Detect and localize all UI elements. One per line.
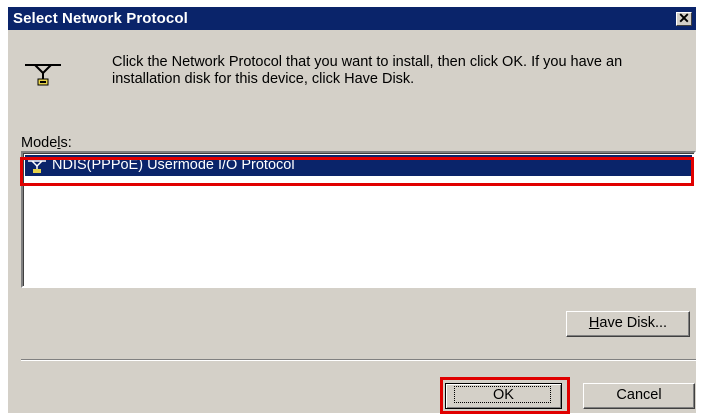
list-item[interactable]: NDIS(PPPoE) Usermode I/O Protocol [25, 155, 692, 176]
models-label-pre: Mode [21, 135, 58, 151]
models-label: Models: [21, 135, 72, 151]
window-title: Select Network Protocol [13, 10, 188, 27]
models-label-post: s: [60, 135, 72, 151]
separator [21, 359, 696, 361]
have-disk-accel: H [588, 315, 600, 331]
network-protocol-icon [25, 64, 61, 86]
instructions-text: Click the Network Protocol that you want… [112, 54, 623, 87]
have-disk-label: ave Disk... [599, 315, 668, 331]
cancel-button[interactable]: Cancel [583, 383, 695, 409]
have-disk-button[interactable]: Have Disk... [566, 311, 690, 337]
close-icon: ✕ [678, 10, 690, 26]
network-protocol-icon [28, 160, 46, 173]
close-button[interactable]: ✕ [676, 10, 692, 26]
ok-button[interactable]: OK [445, 383, 562, 409]
models-listbox[interactable]: NDIS(PPPoE) Usermode I/O Protocol [21, 151, 696, 288]
select-network-protocol-dialog: Select Network Protocol ✕ Click the Netw… [8, 7, 696, 414]
title-bar[interactable]: Select Network Protocol ✕ [8, 7, 696, 30]
list-item-label: NDIS(PPPoE) Usermode I/O Protocol [52, 157, 295, 173]
